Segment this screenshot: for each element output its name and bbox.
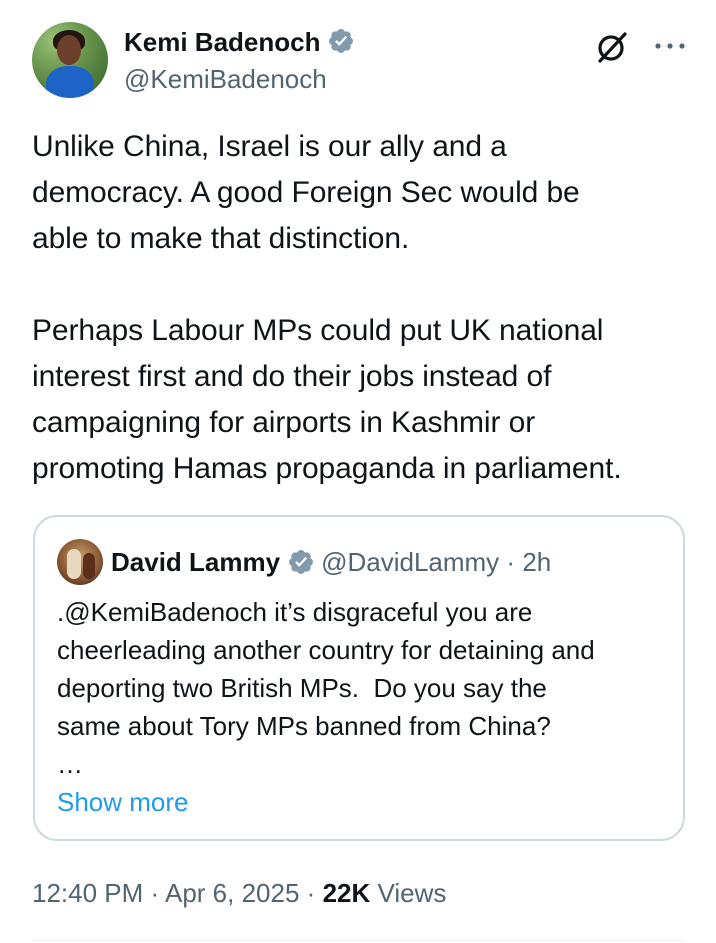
avatar-figure (83, 553, 95, 579)
quote-tweet[interactable]: David Lammy @DavidLammy · 2h .@KemiBaden… (33, 515, 685, 841)
more-options-icon[interactable] (652, 36, 688, 56)
verified-badge-icon (328, 29, 353, 53)
quote-author-handle[interactable]: @DavidLammy (321, 547, 499, 577)
tweet-text: Unlike China, Israel is our ally and a d… (32, 130, 622, 485)
quote-text: .@KemiBadenoch it’s disgraceful you are … (57, 597, 595, 779)
meta-separator: · (306, 878, 316, 908)
tweet-date[interactable]: Apr 6, 2025 (165, 878, 299, 908)
quote-separator: · (506, 547, 516, 577)
meta-separator: · (150, 878, 160, 908)
tweet-metadata: 12:40 PM · Apr 6, 2025 · 22K Views (32, 876, 446, 910)
views-label: Views (377, 878, 447, 908)
quote-timestamp[interactable]: 2h (522, 547, 551, 577)
views-count[interactable]: 22K (323, 878, 371, 908)
quote-author-name[interactable]: David Lammy (111, 547, 280, 577)
avatar-figure (67, 549, 81, 579)
author-avatar[interactable] (32, 22, 108, 98)
author-handle[interactable]: @KemiBadenoch (124, 63, 327, 95)
tweet-time[interactable]: 12:40 PM (32, 878, 143, 908)
divider (32, 940, 684, 941)
quote-header: David Lammy @DavidLammy · 2h (111, 545, 551, 579)
grok-icon[interactable] (594, 29, 630, 65)
author-name[interactable]: Kemi Badenoch (124, 27, 321, 57)
verified-badge-icon (289, 550, 314, 574)
avatar-figure (46, 66, 94, 98)
author-name-row[interactable]: Kemi Badenoch (124, 26, 355, 58)
avatar-face (57, 35, 81, 65)
show-more-link[interactable]: Show more (57, 785, 189, 819)
quote-author-avatar[interactable] (57, 539, 103, 585)
